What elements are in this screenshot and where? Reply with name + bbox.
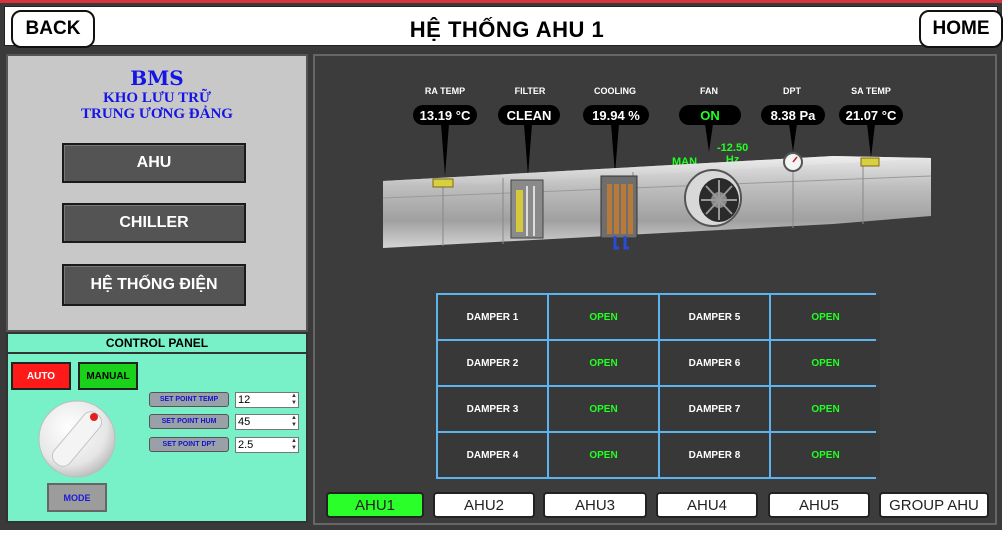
bms-subtitle-line2: TRUNG ƯƠNG ĐẢNG — [81, 106, 233, 122]
setpoint-dpt-input[interactable]: 2.5 ▲ ▼ — [235, 437, 299, 453]
tab-ahu3[interactable]: AHU3 — [543, 492, 647, 518]
app-window: BACK HỆ THỐNG AHU 1 HOME BMS KHO LƯU TRỮ… — [0, 0, 1003, 530]
manual-button[interactable]: MANUAL — [78, 362, 138, 390]
damper-4-state[interactable]: OPEN — [549, 433, 658, 477]
spinner-arrows-icon[interactable]: ▲ ▼ — [291, 415, 297, 429]
ahu-duct-diagram — [383, 152, 931, 250]
damper-8-name: DAMPER 8 — [660, 433, 769, 477]
damper-2-name: DAMPER 2 — [438, 341, 547, 385]
auto-button[interactable]: AUTO — [11, 362, 71, 390]
sa-temp-sensor-icon — [860, 157, 880, 167]
spinner-arrows-icon[interactable]: ▲ ▼ — [291, 393, 297, 407]
nav-ahu-button[interactable]: AHU — [62, 143, 246, 183]
home-button[interactable]: HOME — [919, 10, 1003, 48]
setpoint-temp-label: SET POINT TEMP — [149, 392, 229, 407]
back-button[interactable]: BACK — [11, 10, 95, 48]
setpoint-hum-input[interactable]: 45 ▲ ▼ — [235, 414, 299, 430]
nav-power-system-button[interactable]: HỆ THỐNG ĐIỆN — [62, 264, 246, 306]
setpoint-dpt-label: SET POINT DPT — [149, 437, 229, 452]
ra-temp-sensor-icon — [432, 178, 454, 188]
control-panel-title: CONTROL PANEL — [8, 334, 306, 354]
mode-button[interactable]: MODE — [47, 483, 107, 512]
page-title: HỆ THỐNG AHU 1 — [409, 17, 605, 42]
setpoint-dpt-value: 2.5 — [238, 439, 254, 451]
setpoint-hum-label: SET POINT HUM — [149, 414, 229, 429]
damper-7-name: DAMPER 7 — [660, 387, 769, 431]
nav-chiller-button[interactable]: CHILLER — [62, 203, 246, 243]
spinner-arrows-icon[interactable]: ▲ ▼ — [291, 438, 297, 452]
tab-ahu2[interactable]: AHU2 — [433, 492, 535, 518]
damper-2-state[interactable]: OPEN — [549, 341, 658, 385]
damper-5-name: DAMPER 5 — [660, 295, 769, 339]
damper-3-state[interactable]: OPEN — [549, 387, 658, 431]
tab-ahu1[interactable]: AHU1 — [326, 492, 424, 518]
knob-indicator-icon — [90, 413, 98, 421]
header-bar: BACK HỆ THỐNG AHU 1 HOME — [4, 6, 1003, 48]
mode-selector-knob[interactable] — [37, 399, 117, 479]
tab-ahu5[interactable]: AHU5 — [768, 492, 870, 518]
damper-1-name: DAMPER 1 — [438, 295, 547, 339]
damper-status-grid: DAMPER 1 OPEN DAMPER 5 OPEN DAMPER 2 OPE… — [436, 293, 880, 479]
setpoint-hum-value: 45 — [238, 416, 251, 428]
damper-6-name: DAMPER 6 — [660, 341, 769, 385]
tab-ahu4[interactable]: AHU4 — [656, 492, 758, 518]
damper-7-state[interactable]: OPEN — [771, 387, 880, 431]
control-panel: CONTROL PANEL AUTO MANUAL MODE SET POINT… — [6, 332, 308, 523]
damper-4-name: DAMPER 4 — [438, 433, 547, 477]
sidebar: BMS KHO LƯU TRỮ TRUNG ƯƠNG ĐẢNG AHU CHIL… — [6, 54, 308, 332]
damper-8-state[interactable]: OPEN — [771, 433, 880, 477]
damper-6-state[interactable]: OPEN — [771, 341, 880, 385]
setpoint-temp-value: 12 — [238, 394, 251, 406]
damper-5-state[interactable]: OPEN — [771, 295, 880, 339]
tab-group-ahu[interactable]: GROUP AHU — [879, 492, 989, 518]
damper-3-name: DAMPER 3 — [438, 387, 547, 431]
bms-subtitle-line1: KHO LƯU TRỮ — [103, 90, 211, 106]
setpoint-temp-input[interactable]: 12 ▲ ▼ — [235, 392, 299, 408]
damper-1-state[interactable]: OPEN — [549, 295, 658, 339]
ahu-diagram-panel: RA TEMP FILTER COOLING FAN DPT SA TEMP 1… — [313, 54, 997, 525]
bms-title: BMS — [130, 66, 184, 90]
